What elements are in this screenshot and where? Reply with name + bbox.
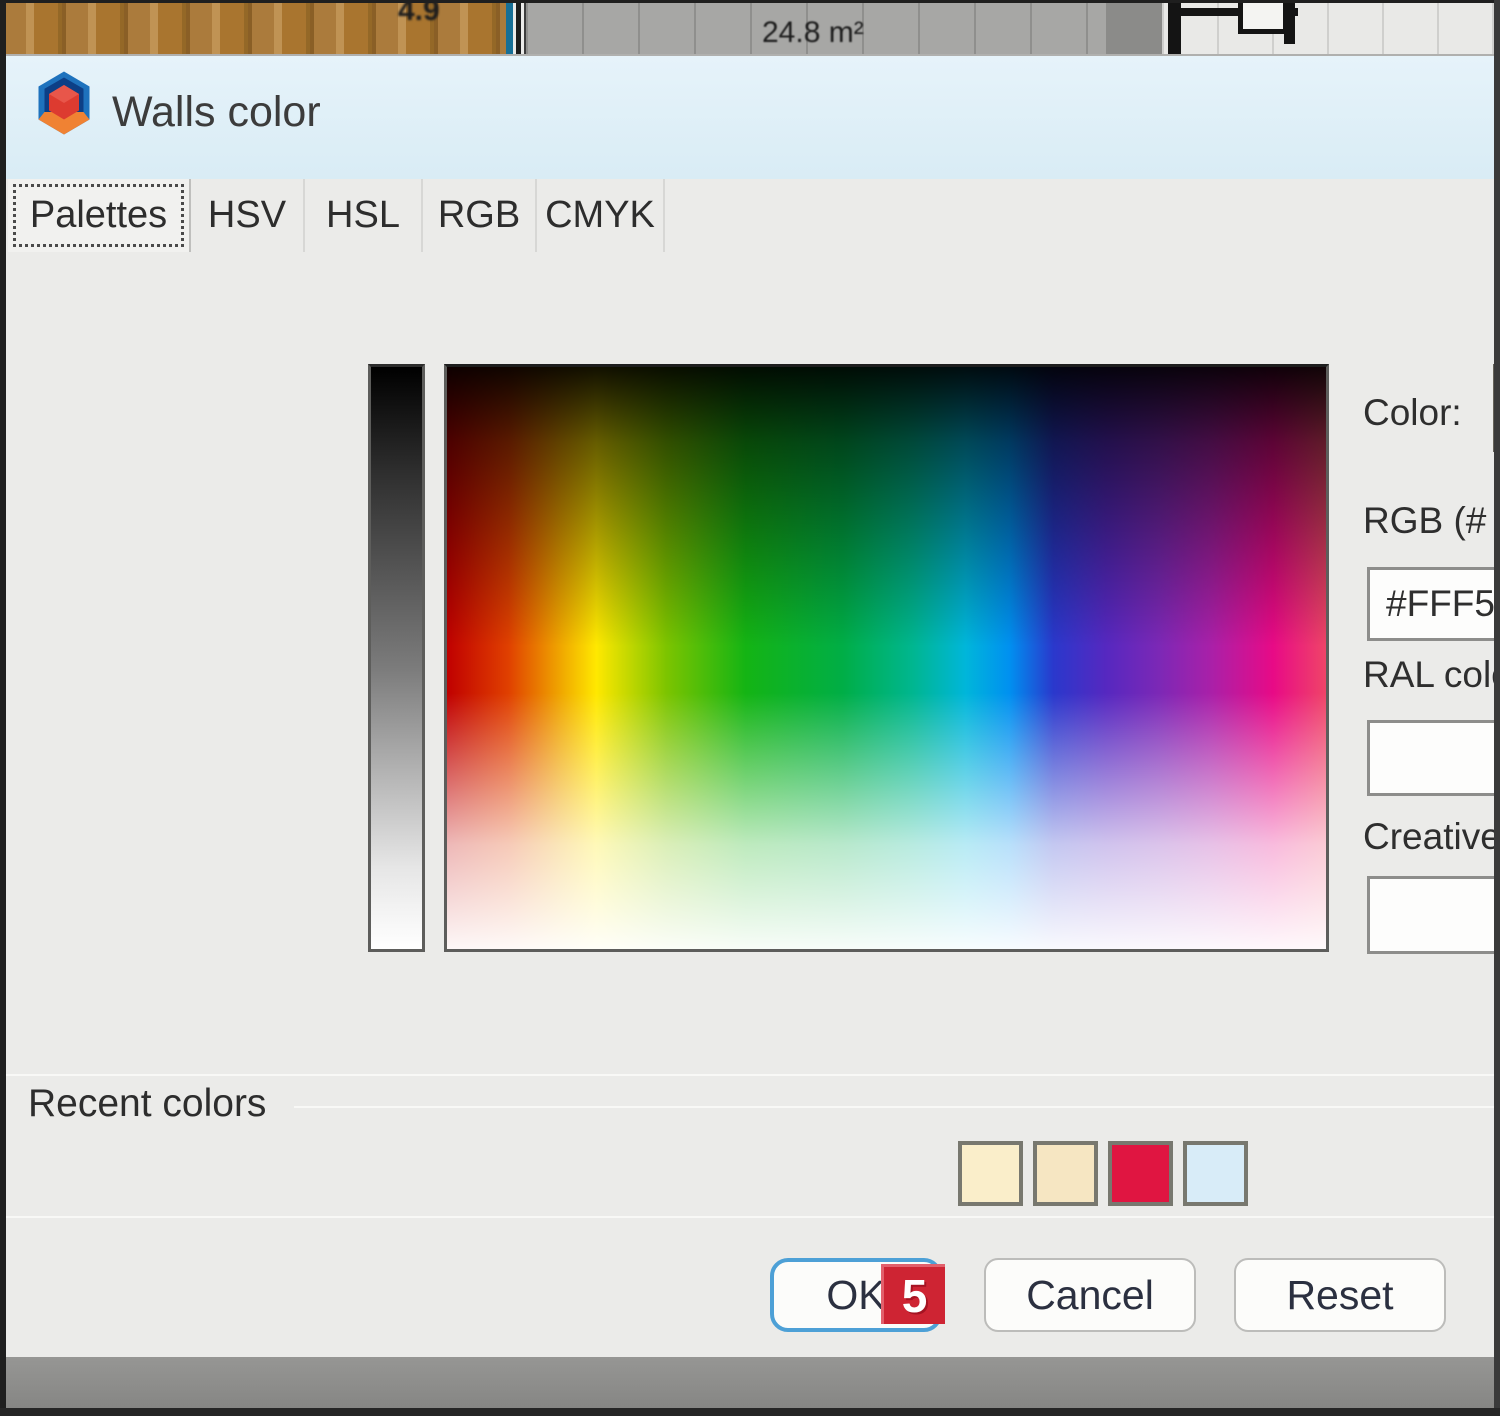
room-area-label: 24.8 m² [762,16,864,50]
tab-hsl[interactable]: HSL [305,179,423,252]
cancel-button[interactable]: Cancel [984,1258,1196,1332]
ral-color-label: RAL colo [1363,654,1500,696]
tab-label: HSV [208,194,286,237]
tab-label: CMYK [545,194,655,237]
plan-symbol [1238,0,1288,34]
reset-button[interactable]: Reset [1234,1258,1446,1332]
rgb-hex-input[interactable] [1367,567,1500,641]
color-label: Color: [1363,392,1462,434]
plan-grid-area [1162,0,1500,56]
tab-bar: Palettes HSV HSL RGB CMYK [6,179,1500,252]
plan-wall-line [516,0,521,56]
background-bottom-bar [0,1357,1500,1408]
tutorial-step-badge: 5 [881,1264,945,1324]
recent-color-swatch[interactable] [1183,1141,1248,1206]
tab-label: HSL [326,194,400,237]
group-separator [6,1074,1500,1076]
plan-column [1106,0,1162,56]
screenshot-border [0,1408,1500,1416]
plan-dimension-label: 4.9 [398,0,440,28]
screenshot-border [1494,0,1500,1416]
dialog-titlebar: Walls color [6,56,1500,179]
floor-plan-area: 24.8 m² [526,0,1106,56]
recent-color-swatch[interactable] [958,1141,1023,1206]
tab-label: RGB [438,194,520,237]
group-border [294,1106,1500,1108]
cancel-button-label: Cancel [1026,1272,1154,1319]
recent-color-swatch[interactable] [1108,1141,1173,1206]
recent-color-swatch[interactable] [1033,1141,1098,1206]
screenshot-border [0,0,6,1416]
tab-hsv[interactable]: HSV [191,179,305,252]
app-logo-icon [34,70,94,136]
screenshot-border [0,0,1500,3]
group-separator [6,1216,1500,1218]
walls-color-dialog: Walls color Palettes HSV HSL RGB CMYK Co… [6,54,1500,1357]
rgb-hex-label: RGB (# [1363,500,1486,542]
ral-color-select[interactable] [1367,720,1500,796]
tab-rgb[interactable]: RGB [423,179,537,252]
tab-label: Palettes [30,194,167,237]
tab-cmyk[interactable]: CMYK [537,179,665,252]
grayscale-picker[interactable] [368,364,425,952]
dialog-title: Walls color [112,88,321,137]
recent-colors-label: Recent colors [28,1082,266,1126]
creative-color-select[interactable] [1367,876,1500,954]
tab-palettes[interactable]: Palettes [8,179,191,252]
creative-commons-label: Creative [1363,816,1500,858]
plan-wall-line [506,0,513,56]
reset-button-label: Reset [1286,1272,1393,1319]
background-app-strip: 4.9 24.8 m² [0,0,1500,56]
color-spectrum-picker[interactable] [444,364,1329,952]
ok-button-label: OK [826,1272,885,1319]
wood-texture: 4.9 [0,0,506,56]
